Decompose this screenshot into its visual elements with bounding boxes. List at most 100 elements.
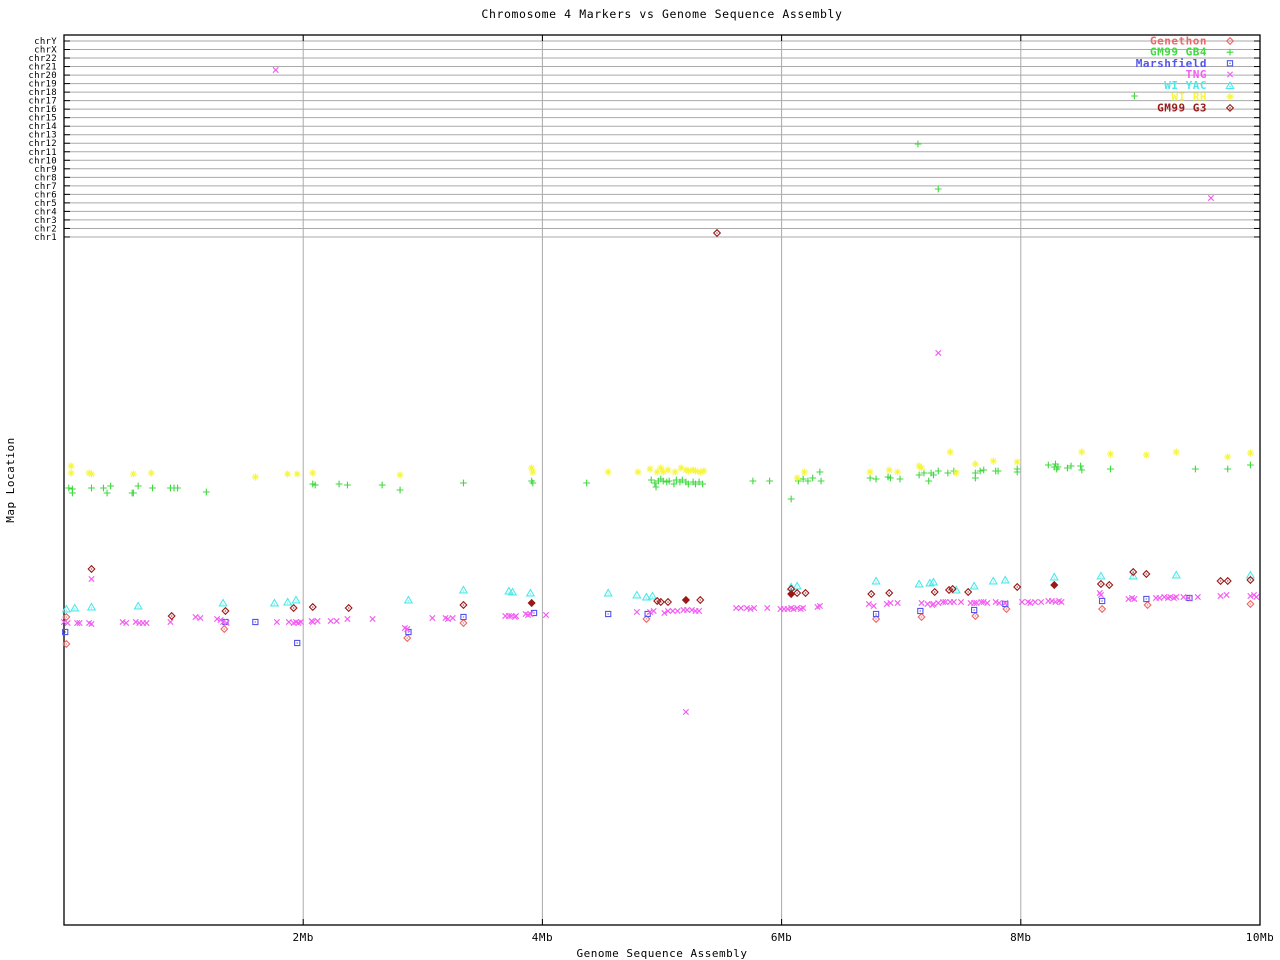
data-point xyxy=(525,588,536,597)
data-point xyxy=(925,477,933,485)
data-point xyxy=(870,602,877,610)
data-point xyxy=(1096,579,1106,589)
chr-label: chr1 xyxy=(34,233,57,243)
data-point xyxy=(787,589,796,599)
data-point xyxy=(458,585,469,594)
series-tng xyxy=(60,66,1260,716)
data-point xyxy=(344,481,351,489)
data-point xyxy=(792,581,802,590)
data-point xyxy=(1156,594,1163,602)
data-point xyxy=(1217,592,1224,600)
data-point xyxy=(396,471,404,479)
data-point xyxy=(1013,582,1022,592)
data-point xyxy=(1180,593,1187,601)
data-point xyxy=(1038,598,1045,606)
data-point xyxy=(1247,461,1254,469)
data-point xyxy=(429,614,436,622)
data-point xyxy=(809,474,817,482)
data-point xyxy=(1078,466,1086,474)
data-point xyxy=(971,460,979,468)
data-point xyxy=(712,228,722,238)
data-point xyxy=(67,462,75,470)
plot-generated-content: chrYchrXchr22chr21chr20chr19chr18chr17ch… xyxy=(28,34,1274,944)
data-point xyxy=(1216,576,1225,586)
data-point xyxy=(527,598,536,608)
data-point xyxy=(167,618,174,626)
data-point xyxy=(1013,458,1021,466)
data-point xyxy=(1142,569,1151,579)
data-point xyxy=(344,615,351,623)
data-point xyxy=(918,599,925,607)
legend-marker-gm99-g3 xyxy=(1225,103,1235,112)
data-point xyxy=(460,479,467,487)
series-gm99-gb4 xyxy=(65,92,1254,503)
data-point xyxy=(871,576,881,585)
data-point xyxy=(930,587,939,597)
data-point xyxy=(1143,595,1150,603)
data-point xyxy=(308,602,317,612)
data-point xyxy=(1050,580,1059,590)
data-point xyxy=(583,479,591,487)
data-point xyxy=(1223,591,1230,599)
data-point xyxy=(335,480,343,488)
data-point xyxy=(1253,593,1260,601)
data-point xyxy=(88,575,95,583)
data-point xyxy=(816,468,824,476)
legend-label-gm99-g3: GM99 G3 xyxy=(1157,101,1207,114)
data-point xyxy=(749,477,757,485)
data-point xyxy=(934,467,942,475)
data-point xyxy=(737,604,745,612)
data-point xyxy=(133,601,143,610)
data-point xyxy=(107,482,115,490)
data-point xyxy=(1098,597,1106,605)
data-point xyxy=(801,588,810,598)
data-point xyxy=(1049,572,1059,581)
data-point xyxy=(1032,598,1039,606)
plot-canvas: chrYchrXchr22chr21chr20chr19chr18chr17ch… xyxy=(4,7,1274,960)
data-point xyxy=(269,598,280,607)
data-point xyxy=(663,597,673,607)
data-point xyxy=(1096,571,1106,580)
data-point xyxy=(604,468,612,476)
data-point xyxy=(989,457,997,465)
data-point xyxy=(100,484,107,492)
data-point xyxy=(896,475,904,483)
data-point xyxy=(885,466,893,474)
data-point xyxy=(289,603,298,613)
data-point xyxy=(696,595,705,605)
data-point xyxy=(647,476,655,484)
data-point xyxy=(944,469,952,477)
data-point xyxy=(1107,465,1114,473)
data-point xyxy=(1192,465,1199,473)
data-point xyxy=(309,469,317,477)
legend-marker-tng xyxy=(1226,71,1234,78)
data-point xyxy=(1097,591,1105,599)
data-point xyxy=(652,483,660,491)
data-point xyxy=(1078,448,1086,456)
data-point xyxy=(70,603,80,612)
data-point xyxy=(67,469,75,477)
data-point xyxy=(969,581,979,590)
data-point xyxy=(459,600,468,610)
data-point xyxy=(605,610,612,618)
data-point xyxy=(291,595,301,604)
data-point xyxy=(285,618,292,626)
data-point xyxy=(764,604,771,612)
data-point xyxy=(273,618,280,626)
data-point xyxy=(917,612,926,622)
data-point xyxy=(333,617,340,625)
data-point xyxy=(314,617,321,625)
data-point xyxy=(220,624,229,634)
data-point xyxy=(1106,450,1115,458)
data-point xyxy=(934,185,942,193)
data-point xyxy=(1077,462,1084,470)
data-point xyxy=(282,597,293,606)
data-point xyxy=(971,474,979,482)
data-point xyxy=(284,470,292,478)
data-point xyxy=(86,602,97,611)
data-point xyxy=(68,489,76,497)
data-point xyxy=(1224,465,1232,473)
data-point xyxy=(134,482,142,490)
data-point xyxy=(1129,567,1138,577)
x-tick-label: 8Mb xyxy=(1010,931,1031,944)
